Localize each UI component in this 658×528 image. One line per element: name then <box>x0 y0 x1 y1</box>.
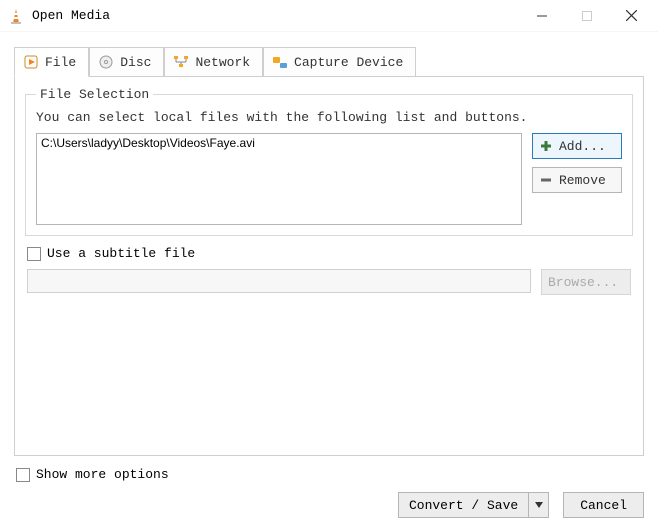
window-title: Open Media <box>32 8 519 23</box>
subtitle-checkbox[interactable] <box>27 247 41 261</box>
browse-label: Browse... <box>548 275 618 290</box>
cancel-label: Cancel <box>580 498 627 513</box>
subtitle-path-input <box>27 269 531 293</box>
tab-network[interactable]: Network <box>164 47 263 77</box>
tab-label: Capture Device <box>294 55 403 70</box>
add-button[interactable]: Add... <box>532 133 622 159</box>
title-bar: Open Media <box>0 0 658 32</box>
subtitle-checkbox-label: Use a subtitle file <box>47 246 195 261</box>
remove-button[interactable]: Remove <box>532 167 622 193</box>
file-list-item[interactable]: C:\Users\ladyy\Desktop\Videos\Faye.avi <box>41 136 517 150</box>
tab-label: File <box>45 55 76 70</box>
add-label: Add... <box>559 139 606 154</box>
convert-save-dropdown[interactable] <box>529 492 549 518</box>
maximize-button <box>564 1 609 31</box>
dialog-footer: Show more options Convert / Save Cancel <box>14 467 644 518</box>
vlc-cone-icon <box>8 8 24 24</box>
tab-disc[interactable]: Disc <box>89 47 164 77</box>
show-more-label: Show more options <box>36 467 169 482</box>
tab-label: Network <box>195 55 250 70</box>
close-button[interactable] <box>609 1 654 31</box>
network-icon <box>173 54 189 70</box>
file-list[interactable]: C:\Users\ladyy\Desktop\Videos\Faye.avi <box>36 133 522 225</box>
browse-button: Browse... <box>541 269 631 295</box>
plus-icon <box>539 139 553 153</box>
file-selection-hint: You can select local files with the foll… <box>36 110 622 125</box>
remove-label: Remove <box>559 173 606 188</box>
disc-icon <box>98 54 114 70</box>
file-selection-group: File Selection You can select local file… <box>25 87 633 236</box>
show-more-row[interactable]: Show more options <box>16 467 644 482</box>
tab-panel-file: File Selection You can select local file… <box>14 76 644 456</box>
show-more-checkbox[interactable] <box>16 468 30 482</box>
capture-icon <box>272 54 288 70</box>
minus-icon <box>539 173 553 187</box>
minimize-button[interactable] <box>519 1 564 31</box>
convert-save-label: Convert / Save <box>409 498 518 513</box>
chevron-down-icon <box>535 502 543 508</box>
file-icon <box>23 54 39 70</box>
tab-file[interactable]: File <box>14 47 89 77</box>
tab-capture[interactable]: Capture Device <box>263 47 416 77</box>
convert-save-split-button[interactable]: Convert / Save <box>398 492 549 518</box>
tab-label: Disc <box>120 55 151 70</box>
convert-save-button[interactable]: Convert / Save <box>398 492 529 518</box>
dialog-content: File Disc Network Capture Device File Se… <box>0 32 658 528</box>
subtitle-checkbox-row[interactable]: Use a subtitle file <box>27 246 633 261</box>
tab-bar: File Disc Network Capture Device <box>14 47 644 77</box>
cancel-button[interactable]: Cancel <box>563 492 644 518</box>
file-selection-legend: File Selection <box>36 87 153 102</box>
